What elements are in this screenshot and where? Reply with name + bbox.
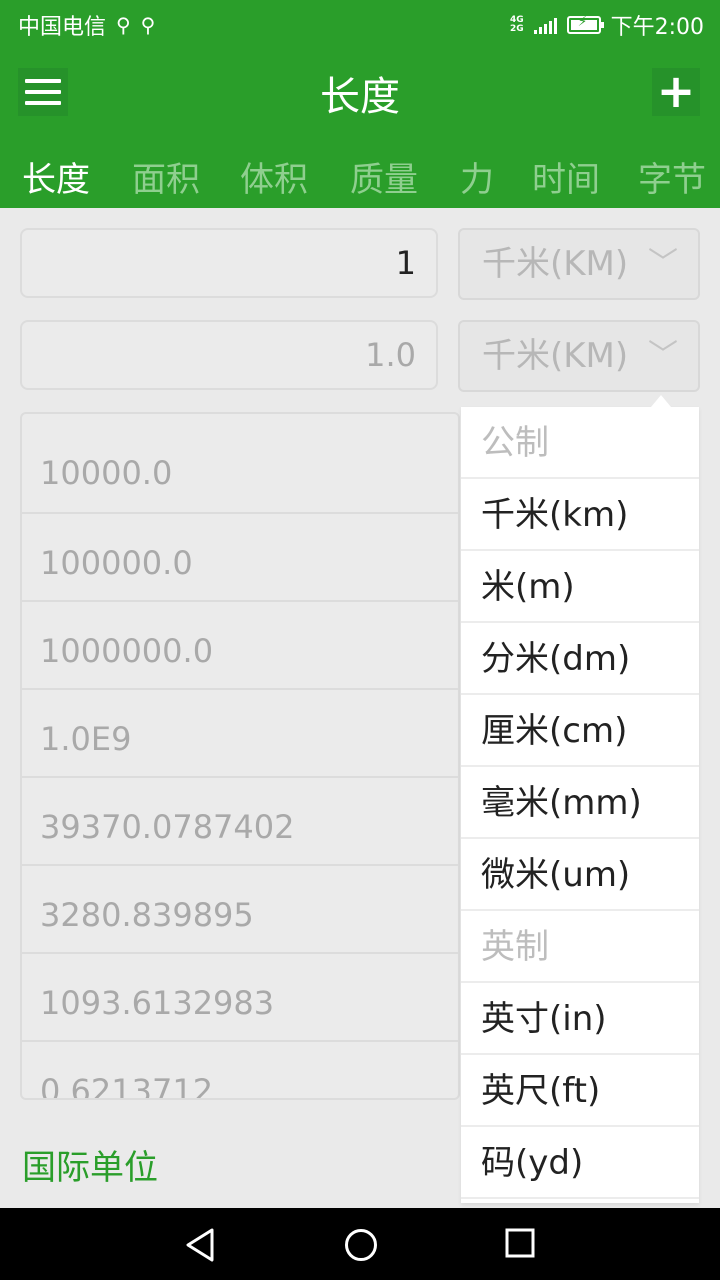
battery-icon: ⚡ bbox=[566, 14, 604, 34]
status-right: 4G 2G ⚡ 下午2:00 bbox=[510, 9, 704, 41]
input-unit-select[interactable]: 千米(KM) ﹀ bbox=[458, 228, 700, 300]
status-left: 中国电信 ⚲ ⚲ bbox=[18, 9, 155, 41]
plus-icon[interactable]: + bbox=[652, 68, 700, 116]
clock: 下午2:00 bbox=[610, 15, 704, 40]
si-units-link[interactable]: 国际单位 bbox=[22, 1140, 158, 1189]
carrier-label: 中国电信 bbox=[18, 15, 107, 40]
dropdown-item-in[interactable]: 英寸(in) bbox=[461, 983, 699, 1055]
network-bottom-label: 2G bbox=[509, 24, 524, 34]
usb-icon: ⚲ bbox=[116, 13, 131, 37]
page-title: 长度 bbox=[320, 74, 400, 120]
output-value-field: 1.0 bbox=[20, 320, 438, 390]
recent-apps-icon[interactable] bbox=[505, 1228, 535, 1258]
tab-force[interactable]: 力 bbox=[460, 152, 494, 201]
result-row: 1000000.0 bbox=[22, 602, 458, 690]
dropdown-item-um[interactable]: 微米(um) bbox=[461, 839, 699, 911]
tab-length[interactable]: 长度 bbox=[22, 152, 90, 201]
tab-area[interactable]: 面积 bbox=[132, 152, 200, 201]
dropdown-item-yd[interactable]: 码(yd) bbox=[461, 1127, 699, 1199]
tab-bytes[interactable]: 字节 bbox=[638, 152, 706, 201]
result-row: 39370.0787402 bbox=[22, 778, 458, 866]
tab-volume[interactable]: 体积 bbox=[240, 152, 308, 201]
tab-time[interactable]: 时间 bbox=[532, 152, 600, 201]
dropdown-item-mm[interactable]: 毫米(mm) bbox=[461, 767, 699, 839]
back-icon[interactable] bbox=[184, 1228, 216, 1262]
dropdown-header-metric: 公制 bbox=[461, 407, 699, 479]
dropdown-item-m[interactable]: 米(m) bbox=[461, 551, 699, 623]
tab-mass[interactable]: 质量 bbox=[350, 152, 418, 201]
dropdown-item-km[interactable]: 千米(km) bbox=[461, 479, 699, 551]
chevron-down-icon: ﹀ bbox=[648, 246, 678, 281]
dropdown-header-imperial: 英制 bbox=[461, 911, 699, 983]
result-row: 100000.0 bbox=[22, 514, 458, 602]
result-row: 3280.839895 bbox=[22, 866, 458, 954]
dropdown-item-dm[interactable]: 分米(dm) bbox=[461, 623, 699, 695]
result-row: 10000.0 bbox=[22, 414, 458, 514]
result-row: 1.0E9 bbox=[22, 690, 458, 778]
dropdown-item-cm[interactable]: 厘米(cm) bbox=[461, 695, 699, 767]
unit-dropdown-menu: 公制 千米(km) 米(m) 分米(dm) 厘米(cm) 毫米(mm) 微米(u… bbox=[461, 395, 699, 1203]
output-unit-select[interactable]: 千米(KM) ﹀ bbox=[458, 320, 700, 392]
results-list[interactable]: 10000.0 100000.0 1000000.0 1.0E9 39370.0… bbox=[20, 412, 460, 1100]
home-icon[interactable] bbox=[344, 1228, 378, 1262]
system-nav-bar bbox=[0, 1208, 720, 1280]
status-bar: 中国电信 ⚲ ⚲ 4G 2G ⚡ 下午2:00 bbox=[0, 0, 720, 50]
app-bar: 长度 + bbox=[0, 50, 720, 136]
dropdown-item-ft[interactable]: 英尺(ft) bbox=[461, 1055, 699, 1127]
result-row: 0.6213712 bbox=[22, 1042, 458, 1098]
output-unit-label: 千米(KM) bbox=[482, 336, 629, 376]
input-value-field[interactable]: 1 bbox=[20, 228, 438, 298]
result-row: 1093.6132983 bbox=[22, 954, 458, 1042]
chevron-down-icon: ﹀ bbox=[648, 338, 678, 373]
input-unit-label: 千米(KM) bbox=[482, 244, 629, 284]
signal-icon bbox=[533, 16, 557, 34]
category-tabs: 长度 面积 体积 质量 力 时间 字节 bbox=[0, 136, 720, 208]
usb-icon: ⚲ bbox=[140, 13, 156, 37]
network-type: 4G 2G bbox=[510, 16, 524, 34]
